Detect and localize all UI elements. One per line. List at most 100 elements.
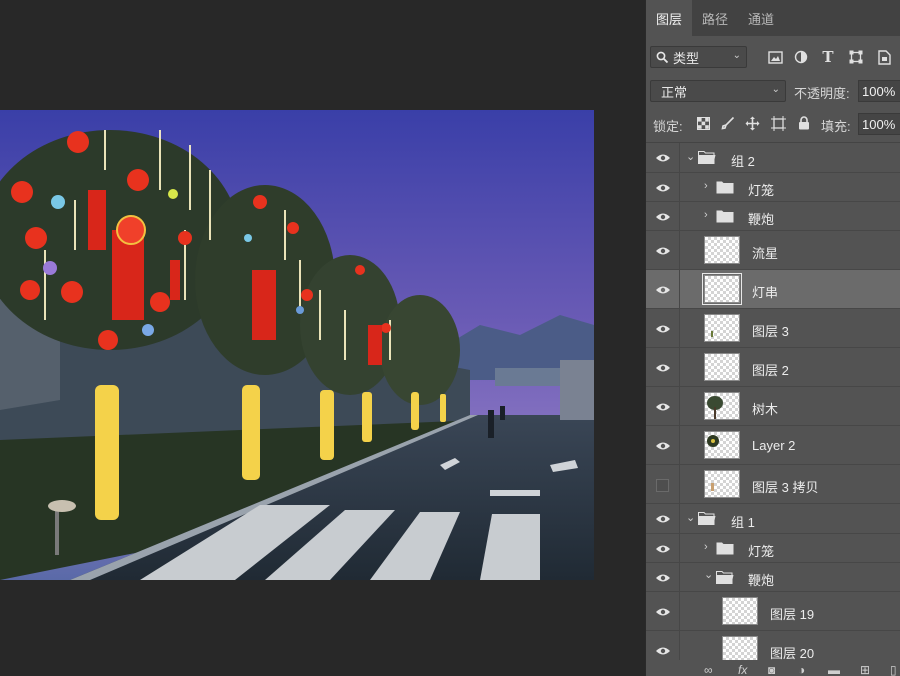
- layer-group-row[interactable]: ⌄ 鞭炮: [646, 563, 900, 592]
- layer-name: 流星: [752, 246, 779, 261]
- tab-paths[interactable]: 路径: [692, 0, 738, 36]
- layer-thumbnail: [704, 392, 740, 420]
- chevron-down-icon[interactable]: ⌄: [686, 150, 695, 163]
- chevron-down-icon: ⌄: [732, 50, 741, 61]
- fill-input[interactable]: 100%: [858, 113, 900, 135]
- layer-name: 鞭炮: [748, 573, 775, 588]
- layer-thumbnail: [704, 236, 740, 264]
- folder-icon: [716, 542, 734, 555]
- eye-icon[interactable]: [654, 359, 672, 377]
- layer-name: 组 1: [731, 515, 755, 530]
- link-icon[interactable]: ∞: [704, 663, 713, 676]
- lock-image-pixels-icon[interactable]: [720, 115, 736, 131]
- layer-name: 灯笼: [748, 183, 775, 198]
- fx-icon[interactable]: fx: [738, 663, 747, 676]
- layer-row[interactable]: 流星: [646, 231, 900, 270]
- layer-thumbnail: [722, 597, 758, 625]
- tab-layers[interactable]: 图层: [646, 0, 693, 36]
- layer-name: 图层 3: [752, 324, 789, 339]
- eye-icon[interactable]: [654, 437, 672, 455]
- layer-thumbnail: [722, 636, 758, 660]
- layer-row[interactable]: 树木: [646, 387, 900, 426]
- image-filter-icon[interactable]: [766, 48, 784, 66]
- shape-filter-icon[interactable]: [847, 48, 865, 66]
- layers-footer-toolbar: ∞ fx ◙ ◑ ▬ ⊞ ▯: [646, 660, 900, 676]
- layer-thumbnail: [704, 353, 740, 381]
- layer-name: 树木: [752, 402, 779, 417]
- eye-icon[interactable]: [654, 642, 672, 660]
- chevron-right-icon[interactable]: ›: [704, 541, 708, 553]
- chevron-down-icon[interactable]: ⌄: [686, 511, 695, 524]
- layer-list: ⌄ 组 2 › 灯笼 › 鞭炮 流星 灯串 图层 3 图层 2 树木 Layer…: [646, 142, 900, 660]
- smart-object-filter-icon[interactable]: [875, 48, 893, 66]
- layer-name: 组 2: [731, 154, 755, 169]
- layer-row[interactable]: Layer 2: [646, 426, 900, 465]
- eye-icon[interactable]: [654, 149, 672, 167]
- adjustment-icon[interactable]: ◑: [798, 663, 805, 676]
- eye-icon[interactable]: [654, 208, 672, 226]
- layer-thumbnail: [704, 431, 740, 459]
- lock-artboard-icon[interactable]: [770, 115, 786, 131]
- layer-row-selected[interactable]: 灯串: [646, 270, 900, 309]
- mask-icon[interactable]: ◙: [768, 663, 775, 676]
- blend-mode-value: 正常: [661, 84, 688, 100]
- layer-group-row[interactable]: ⌄ 组 2: [646, 143, 900, 173]
- layer-thumbnail: [704, 314, 740, 342]
- folder-open-icon: [716, 571, 734, 584]
- eye-icon[interactable]: [654, 540, 672, 558]
- layer-thumbnail: [702, 273, 742, 305]
- lock-label: 锁定:: [653, 119, 683, 134]
- chevron-right-icon[interactable]: ›: [704, 180, 708, 192]
- layer-row[interactable]: 图层 3: [646, 309, 900, 348]
- opacity-input[interactable]: 100%: [858, 80, 900, 102]
- folder-icon: [716, 210, 734, 223]
- layer-row-hidden[interactable]: 图层 3 拷贝: [646, 465, 900, 504]
- blend-mode-select[interactable]: 正常 ⌄: [650, 80, 786, 102]
- eye-icon[interactable]: [654, 242, 672, 260]
- eye-icon[interactable]: [654, 398, 672, 416]
- chevron-down-icon: ⌄: [771, 84, 780, 95]
- fill-label: 填充:: [821, 119, 851, 134]
- tab-channels[interactable]: 通道: [738, 0, 784, 36]
- layer-row[interactable]: 图层 19: [646, 592, 900, 631]
- lock-all-icon[interactable]: [796, 115, 812, 131]
- layer-name: 图层 3 拷贝: [752, 480, 819, 495]
- search-icon: [656, 51, 669, 63]
- lock-position-icon[interactable]: [744, 115, 760, 131]
- layer-name: 图层 2: [752, 363, 789, 378]
- layer-name: 图层 19: [770, 607, 815, 622]
- eye-icon[interactable]: [654, 179, 672, 197]
- layer-group-row[interactable]: › 灯笼: [646, 173, 900, 202]
- new-layer-icon[interactable]: ⊞: [860, 663, 870, 676]
- layer-group-row[interactable]: › 灯笼: [646, 534, 900, 563]
- folder-icon: [716, 181, 734, 194]
- type-filter-icon[interactable]: T: [819, 48, 837, 66]
- folder-open-icon: [698, 151, 716, 164]
- eye-icon[interactable]: [654, 603, 672, 621]
- eye-icon[interactable]: [654, 510, 672, 528]
- eye-icon[interactable]: [654, 320, 672, 338]
- eye-icon[interactable]: [654, 281, 672, 299]
- opacity-label: 不透明度:: [794, 86, 850, 101]
- eye-icon[interactable]: [654, 569, 672, 587]
- canvas-area[interactable]: [0, 0, 645, 676]
- panel-tabs: 图层 路径 通道: [646, 0, 900, 36]
- layer-name: 图层 20: [770, 646, 815, 660]
- chevron-right-icon[interactable]: ›: [704, 209, 708, 221]
- document-image[interactable]: [0, 110, 594, 580]
- filter-label: 类型: [673, 50, 700, 66]
- lock-transparent-pixels-icon[interactable]: [695, 115, 711, 131]
- new-group-icon[interactable]: ▬: [828, 663, 840, 676]
- chevron-down-icon[interactable]: ⌄: [704, 568, 713, 581]
- layer-group-row[interactable]: ⌄ 组 1: [646, 504, 900, 534]
- street-night-scene: [0, 110, 594, 580]
- layer-filter-select[interactable]: 类型 ⌄: [650, 46, 747, 68]
- adjustment-filter-icon[interactable]: [792, 48, 810, 66]
- delete-icon[interactable]: ▯: [890, 663, 897, 676]
- layer-name: Layer 2: [752, 438, 796, 453]
- layer-group-row[interactable]: › 鞭炮: [646, 202, 900, 231]
- layer-row[interactable]: 图层 2: [646, 348, 900, 387]
- layer-row[interactable]: 图层 20: [646, 631, 900, 660]
- layer-name: 鞭炮: [748, 212, 775, 227]
- visibility-toggle-off[interactable]: [656, 479, 669, 492]
